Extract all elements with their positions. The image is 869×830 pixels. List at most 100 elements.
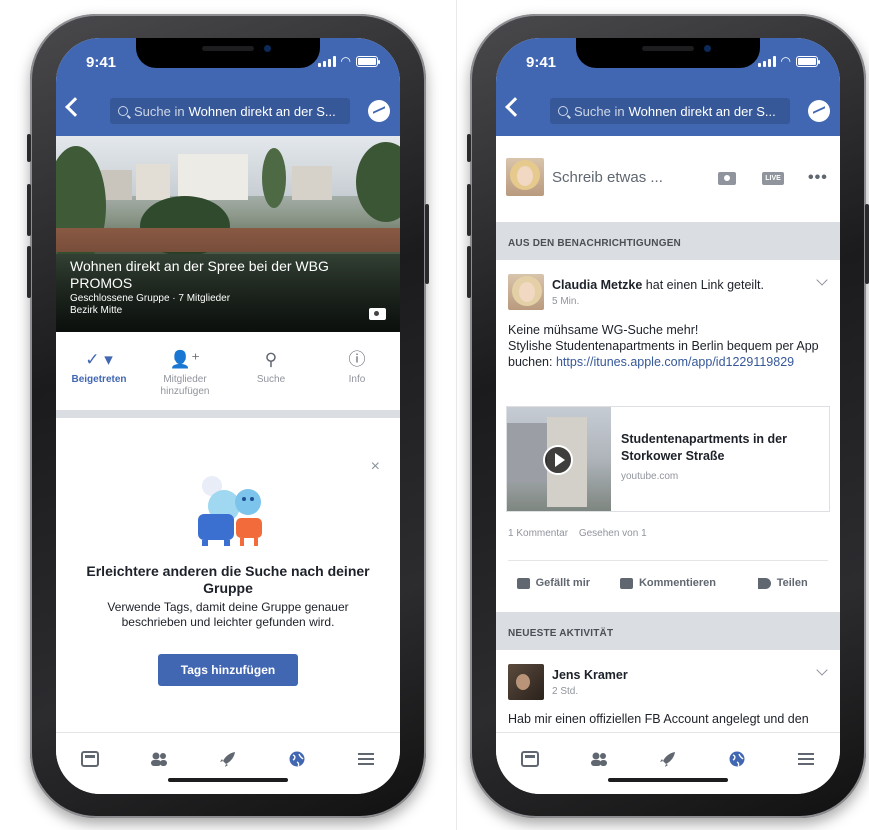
tag-suggestion-card: × Erleichtere anderen die Suche nach dei… — [56, 418, 400, 732]
add-tags-button[interactable]: Tags hinzufügen — [158, 654, 298, 686]
signal-icon — [317, 56, 336, 67]
post-composer[interactable]: Schreib etwas ... LIVE ••• — [496, 136, 840, 222]
tab-explore[interactable] — [634, 733, 703, 794]
comment-count[interactable]: 1 Kommentar — [508, 528, 568, 539]
chevron-down-icon[interactable] — [816, 274, 828, 286]
bottom-tab-bar — [496, 732, 840, 794]
bottom-tab-bar — [56, 732, 400, 794]
post-header: Jens Kramer — [552, 668, 628, 682]
post-author-name[interactable]: Jens Kramer — [552, 668, 628, 682]
volume-up-button — [27, 184, 31, 236]
camera-icon[interactable] — [718, 172, 736, 185]
tab-globe[interactable] — [702, 733, 771, 794]
tab-menu[interactable] — [331, 733, 400, 794]
post-line-1: Keine mühsame WG-Suche mehr! — [508, 323, 699, 337]
post-separator — [508, 560, 828, 561]
power-button — [865, 204, 869, 284]
home-indicator[interactable] — [608, 778, 728, 782]
avatar[interactable] — [508, 664, 544, 700]
tab-explore[interactable] — [194, 733, 263, 794]
group-title: Wohnen direkt an der Spree bei der WBG P… — [70, 258, 329, 291]
share-button[interactable]: Teilen — [725, 570, 840, 596]
post-link[interactable]: https://itunes.apple.com/app/id122911982… — [556, 355, 794, 369]
post-card: Jens Kramer 2 Std. Hab mir einen offizie… — [496, 650, 840, 732]
tab-menu[interactable] — [771, 733, 840, 794]
close-icon[interactable]: × — [371, 458, 380, 476]
link-domain: youtube.com — [621, 471, 679, 482]
search-input[interactable]: Suche in Wohnen direkt an der S... — [110, 98, 350, 124]
tab-members[interactable] — [125, 733, 194, 794]
search-group-button[interactable]: ⚲ Suche — [228, 332, 314, 410]
home-indicator[interactable] — [168, 778, 288, 782]
search-prefix: Suche in — [134, 103, 185, 119]
feed-icon — [81, 751, 100, 767]
post-author-name[interactable]: Claudia Metzke — [552, 278, 642, 292]
power-button — [425, 204, 429, 284]
back-icon[interactable] — [65, 97, 85, 117]
group-action-row: ✓ ▾ Beigetreten 👤⁺ Mitglieder hinzufügen… — [56, 332, 400, 410]
section-header-activity: NEUESTE AKTIVITÄT — [496, 612, 840, 650]
rocket-icon — [219, 752, 235, 767]
post-body: Keine mühsame WG-Suche mehr! Stylishe St… — [508, 322, 830, 370]
tab-globe[interactable] — [262, 733, 331, 794]
avatar[interactable] — [508, 274, 544, 310]
post-timestamp[interactable]: 5 Min. — [552, 296, 579, 307]
share-label: Teilen — [776, 577, 808, 589]
menu-icon — [357, 753, 374, 765]
members-icon — [591, 752, 608, 766]
group-cover-photo[interactable]: Wohnen direkt an der Spree bei der WBG P… — [56, 136, 400, 332]
search-query: Wohnen direkt an der S... — [188, 103, 336, 119]
volume-down-button — [27, 246, 31, 298]
live-icon[interactable]: LIVE — [762, 172, 784, 185]
mute-switch — [27, 134, 31, 162]
search-prefix: Suche in — [574, 103, 625, 119]
composer-placeholder[interactable]: Schreib etwas ... — [552, 169, 663, 186]
messenger-icon[interactable] — [808, 100, 830, 122]
section-divider — [56, 410, 400, 418]
search-icon: ⚲ — [264, 350, 278, 369]
messenger-icon[interactable] — [368, 100, 390, 122]
video-thumbnail[interactable] — [507, 407, 611, 511]
tab-feed[interactable] — [56, 733, 125, 794]
group-location: Bezirk Mitte — [70, 305, 123, 316]
search-icon — [118, 106, 128, 116]
group-type-members: Geschlossene Gruppe · 7 Mitglieder — [70, 293, 231, 304]
chevron-down-icon[interactable] — [816, 664, 828, 676]
globe-icon — [289, 751, 305, 767]
signal-icon — [757, 56, 776, 67]
info-button[interactable]: ⓘ Info — [314, 332, 400, 410]
add-members-button[interactable]: 👤⁺ Mitglieder hinzufügen — [142, 332, 228, 410]
notch — [576, 38, 760, 68]
tab-feed[interactable] — [496, 733, 565, 794]
share-icon — [757, 577, 771, 589]
section-header-notifications: AUS DEN BENACHRICHTIGUNGEN — [496, 222, 840, 260]
search-label: Suche — [256, 374, 286, 385]
link-title: Studentenapartments in der Storkower Str… — [621, 432, 787, 463]
camera-icon[interactable] — [369, 308, 386, 320]
check-icon: ✓ ▾ — [85, 350, 113, 369]
menu-icon — [797, 753, 814, 765]
joined-label: Beigetreten — [71, 374, 127, 385]
like-button[interactable]: Gefällt mir — [496, 570, 611, 596]
back-icon[interactable] — [505, 97, 525, 117]
post-body: Hab mir einen offiziellen FB Account ang… — [508, 712, 809, 726]
members-icon — [151, 752, 168, 766]
joined-button[interactable]: ✓ ▾ Beigetreten — [56, 332, 142, 410]
status-icons: ◠ — [757, 55, 820, 67]
info-icon: ⓘ — [348, 350, 366, 369]
group-search-illustration-icon — [198, 476, 262, 546]
screen-group-page: 9:41 ◠ Suche in Wohnen direkt an der S..… — [56, 38, 400, 794]
seen-count[interactable]: Gesehen von 1 — [579, 528, 647, 539]
search-input[interactable]: Suche in Wohnen direkt an der S... — [550, 98, 790, 124]
link-preview-card[interactable]: Studentenapartments in der Storkower Str… — [506, 406, 830, 512]
tab-members[interactable] — [565, 733, 634, 794]
more-icon[interactable]: ••• — [808, 169, 828, 187]
panel-divider — [456, 0, 457, 830]
post-header: Claudia Metzke hat einen Link geteilt. — [552, 278, 764, 292]
comment-button[interactable]: Kommentieren — [611, 570, 726, 596]
play-icon[interactable] — [543, 445, 573, 475]
thumbs-up-icon — [516, 577, 530, 589]
post-card: Claudia Metzke hat einen Link geteilt. 5… — [496, 260, 840, 612]
phone-frame-right: 9:41 ◠ Suche in Wohnen direkt an der S..… — [467, 14, 869, 818]
post-timestamp[interactable]: 2 Std. — [552, 686, 578, 697]
